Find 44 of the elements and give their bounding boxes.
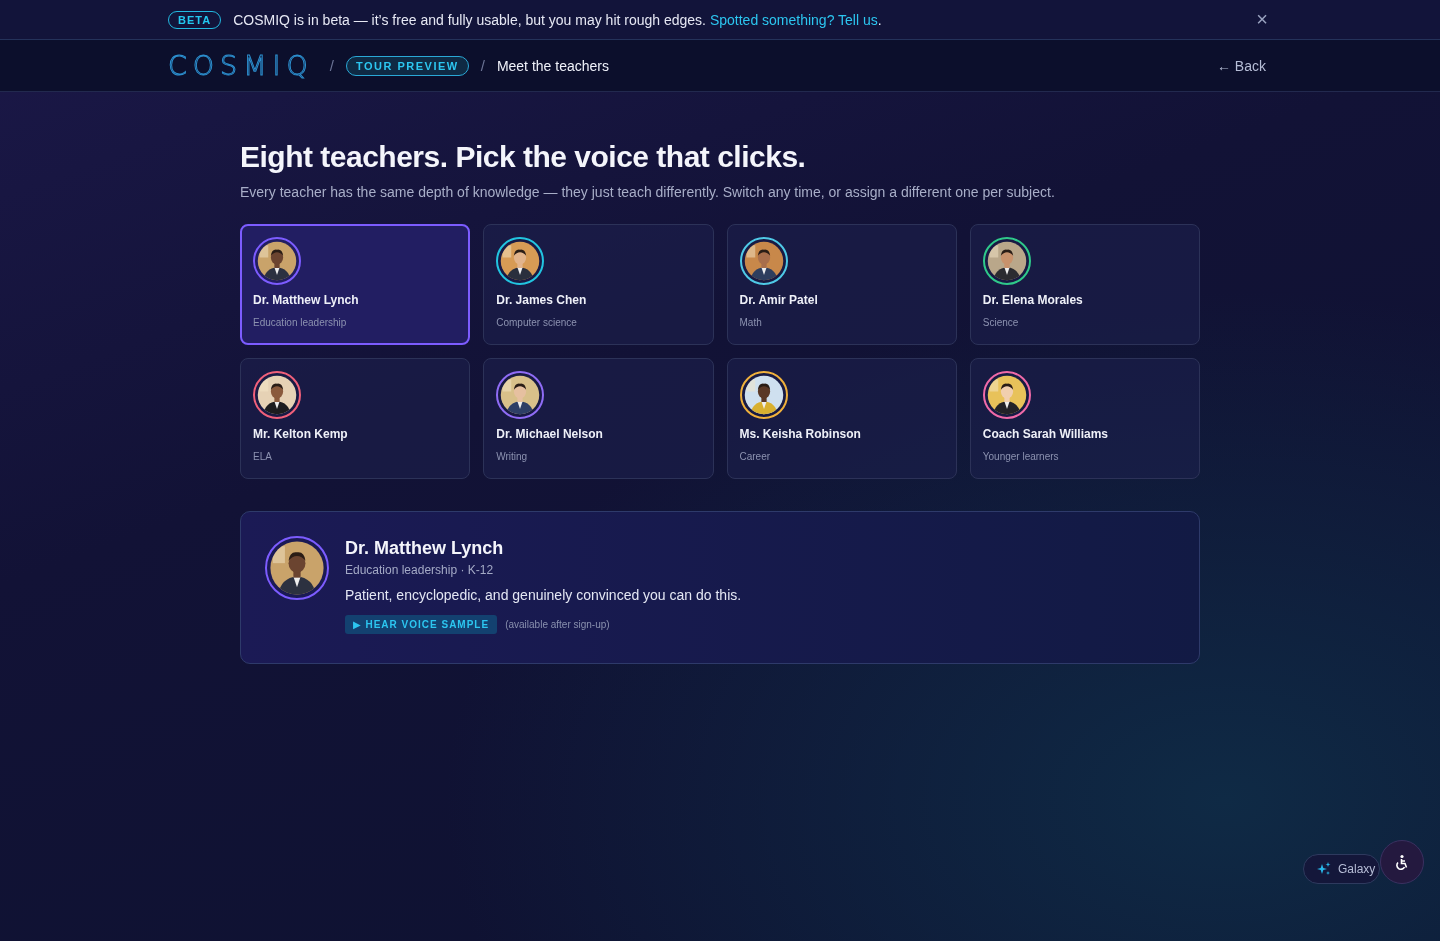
teacher-subject: Math (739, 317, 762, 328)
teacher-card[interactable]: Mr. Kelton Kemp ELA (240, 358, 471, 479)
feedback-link[interactable]: Spotted something? Tell us (709, 11, 878, 28)
teacher-card[interactable]: Dr. Matthew Lynch Education leadership (240, 224, 471, 345)
teacher-name: Coach Sarah Williams (982, 427, 1109, 441)
accessibility-button[interactable] (1380, 840, 1424, 884)
tour-preview-badge: TOUR PREVIEW (345, 55, 469, 76)
close-button[interactable]: × (1252, 8, 1272, 31)
teacher-name: Dr. Michael Nelson (496, 427, 603, 441)
breadcrumb-separator: / (329, 57, 334, 74)
page-heading: Eight teachers. Pick the voice that clicks. (240, 140, 807, 174)
teacher-meta: Education leadership · K-12 (345, 563, 495, 577)
teacher-card[interactable]: Dr. Michael Nelson Writing (483, 358, 714, 479)
teacher-card[interactable]: Dr. Elena Morales Science (969, 224, 1200, 345)
availability-note: (available after sign-up) (505, 619, 610, 630)
teacher-card[interactable]: Dr. James Chen Computer science (483, 224, 714, 345)
galaxy-button[interactable]: Galaxy (1303, 854, 1380, 884)
teacher-subject: Science (982, 317, 1019, 328)
teacher-subject: Education leadership (253, 317, 347, 328)
teacher-name: Dr. Elena Morales (982, 293, 1083, 307)
accessibility-icon (1394, 854, 1410, 870)
teacher-tagline: Patient, encyclopedic, and genuinely convinced you can do this. (345, 587, 742, 603)
teacher-name: Dr. Amir Patel (739, 293, 818, 307)
breadcrumb-separator: / (480, 57, 485, 74)
sparkle-icon (1316, 861, 1332, 877)
teacher-subject: Writing (496, 451, 528, 462)
beta-message: COSMIQ is in beta — it’s free and fully usable, but you may hit rough edges. Spotted something? Tell us. (233, 11, 883, 28)
voice-sample-button[interactable]: ▶ HEAR VOICE SAMPLE (345, 615, 498, 634)
teacher-card[interactable]: Dr. Amir Patel Math (726, 224, 957, 345)
teacher-name: Dr. Matthew Lynch (253, 293, 359, 307)
teacher-card[interactable]: Ms. Keisha Robinson Career (726, 358, 957, 479)
teacher-card[interactable]: Coach Sarah Williams Younger learners (969, 358, 1200, 479)
page-title: Meet the teachers (496, 57, 609, 74)
teacher-subject: Younger learners (982, 451, 1059, 462)
back-link[interactable]: ← Back (1211, 56, 1272, 75)
logo[interactable]: COSMIQ (168, 50, 314, 81)
teacher-subject: Career (739, 451, 771, 462)
teacher-name: Mr. Kelton Kemp (253, 427, 348, 441)
teacher-name: Dr. Matthew Lynch (345, 538, 505, 559)
page-subheading: Every teacher has the same depth of knowledge — they just teach differently. Switch any time, or assign a different one per subject. (240, 184, 1056, 200)
teacher-subject: ELA (253, 451, 272, 462)
teacher-subject: Computer science (496, 317, 577, 328)
teacher-name: Ms. Keisha Robinson (739, 427, 861, 441)
teacher-name: Dr. James Chen (496, 293, 587, 307)
